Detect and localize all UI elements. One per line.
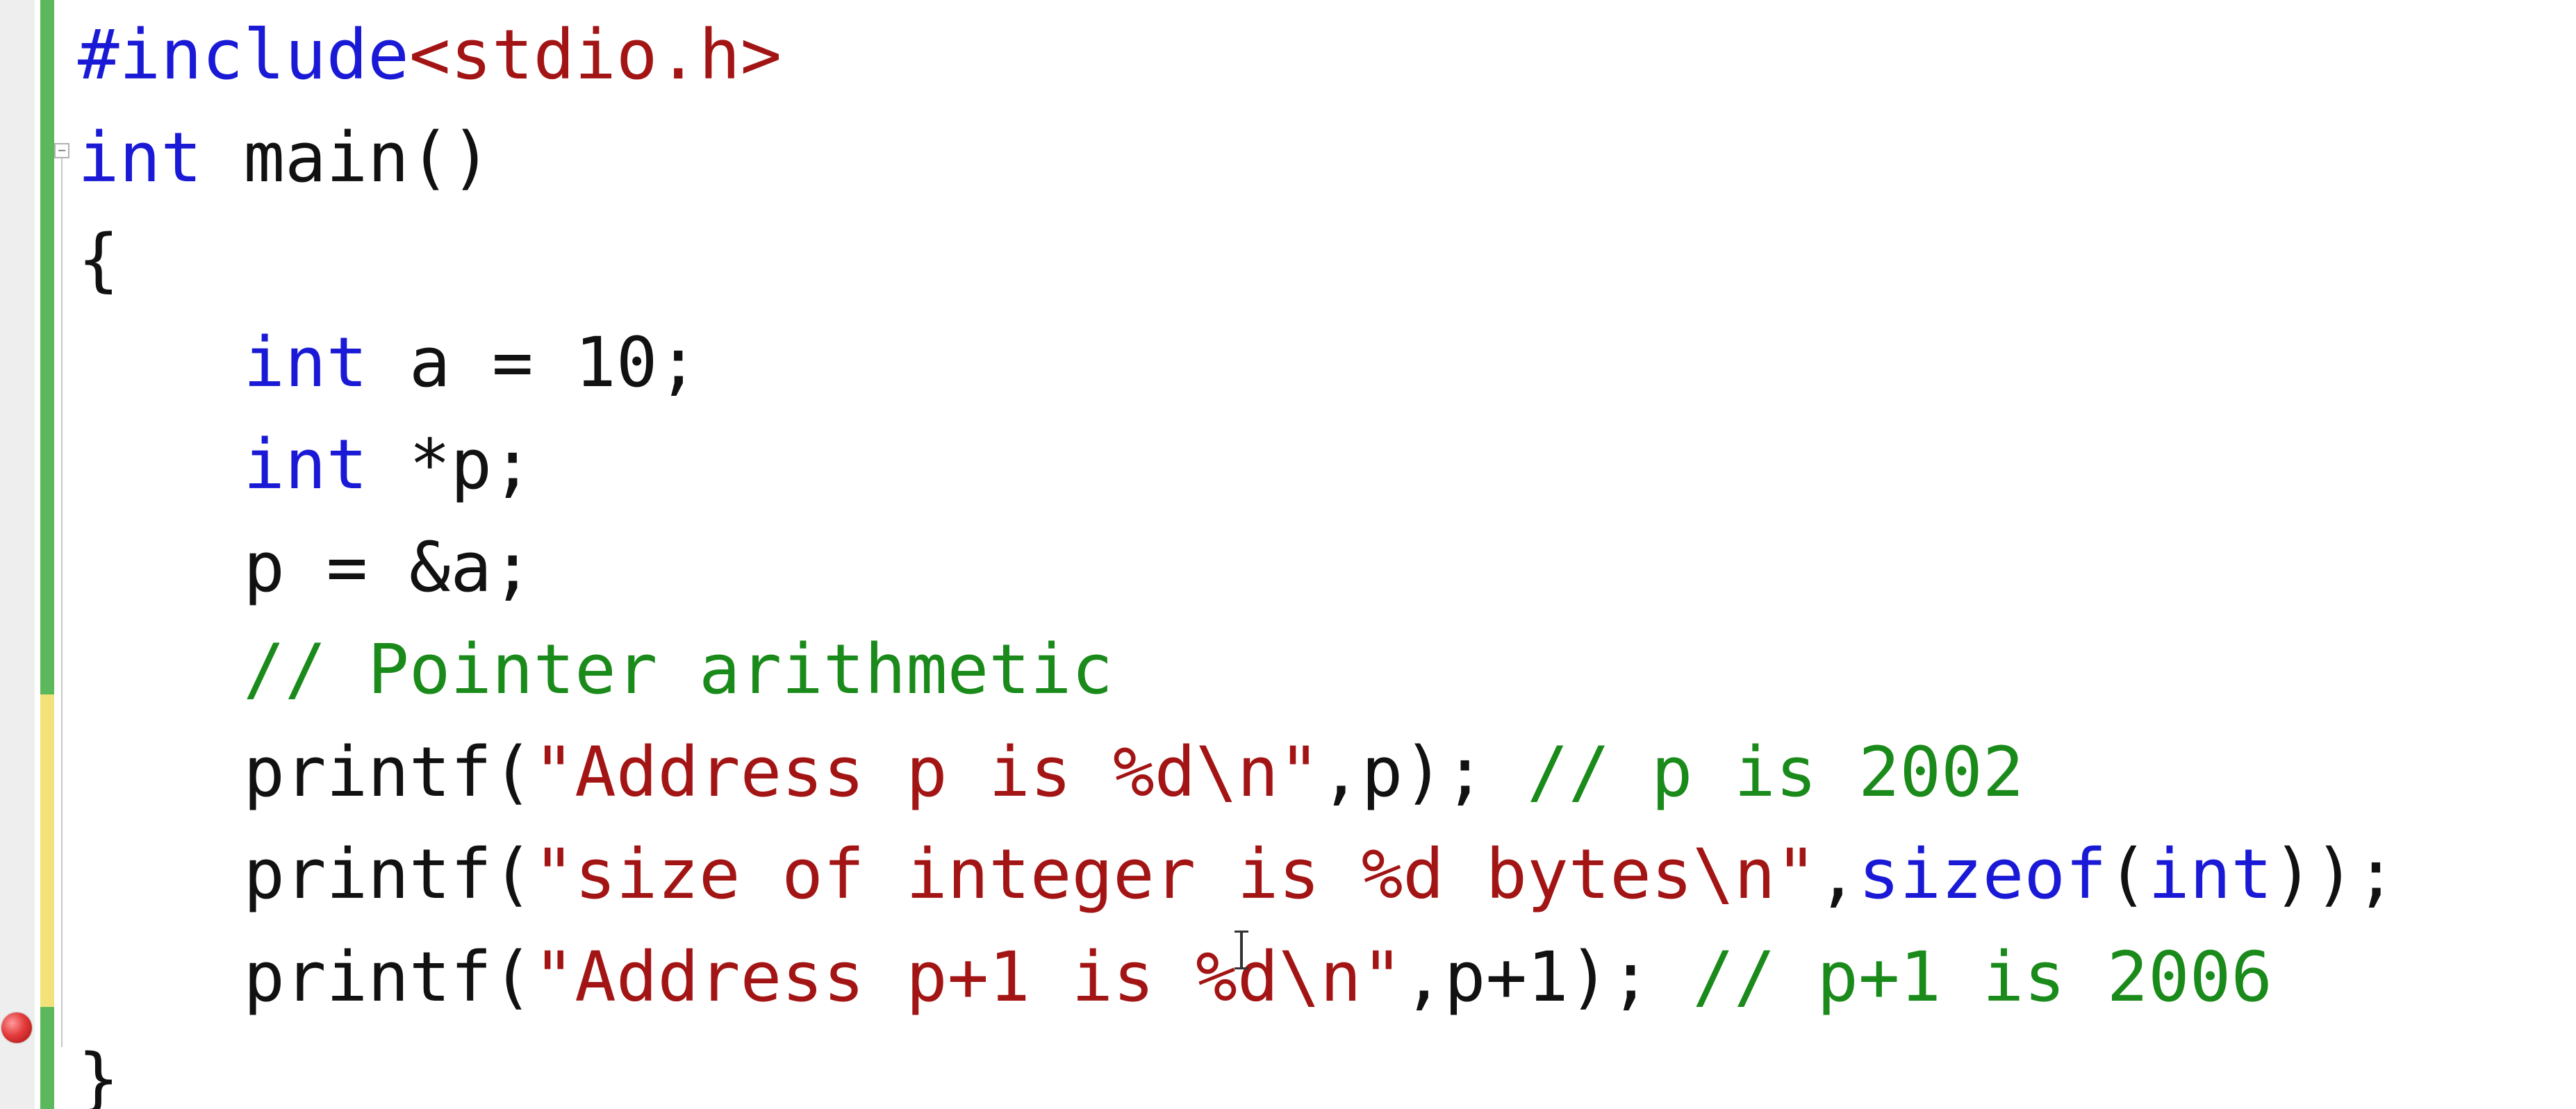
code-token: , — [1817, 835, 1858, 915]
code-text-area[interactable]: #include<stdio.h> int main(){ int a = 10;… — [78, 4, 2576, 1109]
keyword-token: sizeof — [1858, 835, 2107, 915]
code-line[interactable]: { — [78, 209, 2576, 312]
keyword-token: int — [78, 117, 202, 198]
ibeam-cursor-icon — [1235, 931, 1248, 969]
code-token: printf( — [78, 835, 534, 915]
code-token: a = 10; — [368, 322, 700, 403]
code-token: ,p); — [1320, 732, 1528, 812]
code-token: { — [78, 220, 119, 300]
code-token: printf( — [78, 732, 534, 812]
code-token: *p; — [368, 425, 534, 505]
code-token: printf( — [78, 937, 534, 1017]
comment-token: // p+1 is 2006 — [1692, 937, 2272, 1017]
change-tracking-bar — [40, 0, 54, 1109]
code-token: )); — [2272, 835, 2397, 915]
code-editor[interactable]: − #include<stdio.h> int main(){ int a = 1… — [0, 0, 2576, 1109]
indicator-margin[interactable] — [0, 0, 35, 1109]
code-line[interactable]: int *p; — [78, 414, 2576, 517]
string-token: "Address p is %d\n" — [533, 732, 1321, 812]
editor-gutter[interactable]: − — [0, 0, 69, 1109]
code-line[interactable]: printf("Address p is %d\n",p); // p is 2… — [78, 722, 2576, 824]
code-line[interactable]: } — [78, 1028, 2576, 1109]
code-token: main() — [201, 117, 493, 198]
code-token: ,p+1); — [1403, 937, 1693, 1017]
string-token: "Address p+1 is %d\n" — [533, 937, 1403, 1017]
header-token: <stdio.h> — [408, 15, 782, 95]
code-line[interactable]: #include<stdio.h> — [78, 4, 2576, 107]
keyword-token: int — [243, 322, 368, 403]
code-line[interactable]: int main() — [78, 107, 2576, 210]
change-saved-segment — [40, 1007, 54, 1109]
code-token: p = &a; — [78, 527, 534, 608]
comment-token: // p is 2002 — [1527, 732, 2024, 812]
outline-guide-line — [61, 158, 63, 1047]
comment-token: // Pointer arithmetic — [243, 630, 1114, 710]
code-line[interactable]: printf("size of integer is %d bytes\n",s… — [78, 824, 2576, 926]
change-unsaved-segment — [40, 694, 54, 1007]
change-saved-segment — [40, 0, 54, 694]
string-token: "size of integer is %d bytes\n" — [533, 835, 1817, 915]
code-line[interactable]: printf("Address p+1 is %d\n",p+1); // p+… — [78, 926, 2576, 1029]
code-line[interactable]: // Pointer arithmetic — [78, 619, 2576, 722]
code-line[interactable]: int a = 10; — [78, 312, 2576, 415]
keyword-token: int — [2148, 835, 2272, 915]
code-token: } — [78, 1040, 119, 1109]
code-token: ( — [2106, 835, 2149, 915]
preprocessor-token: #include — [78, 15, 409, 95]
code-line[interactable]: p = &a; — [78, 517, 2576, 619]
minus-box-icon[interactable]: − — [54, 143, 69, 158]
keyword-token: int — [243, 425, 368, 505]
breakpoint-icon[interactable] — [1, 1012, 32, 1043]
